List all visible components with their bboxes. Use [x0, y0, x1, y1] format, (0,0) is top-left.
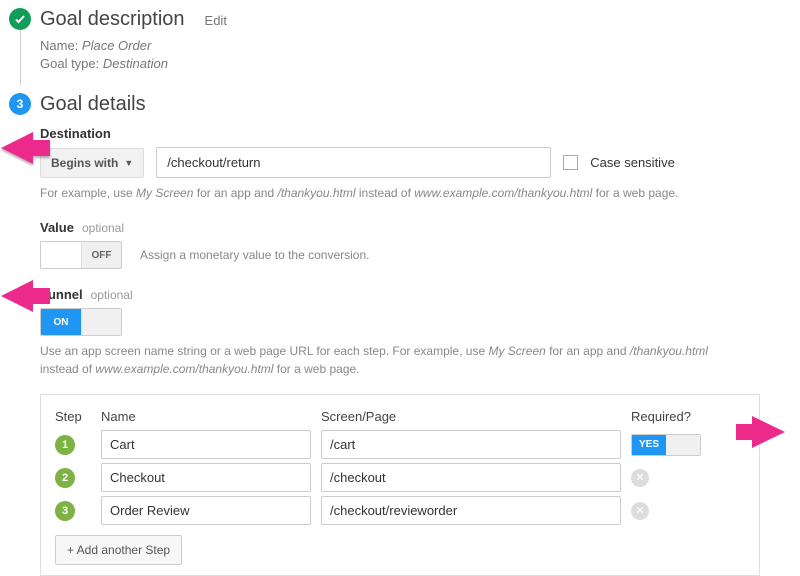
required-toggle[interactable]: YES	[631, 434, 701, 456]
toggle-off-label: OFF	[81, 242, 121, 268]
funnel-table: Step Name Screen/Page Required? 1 YES 2	[40, 394, 760, 576]
col-name: Name	[101, 409, 311, 424]
step-num-badge: 3	[55, 501, 75, 521]
goal-description-title: Goal description Edit	[40, 6, 780, 31]
value-toggle[interactable]: OFF	[40, 241, 122, 269]
add-step-button[interactable]: + Add another Step	[55, 535, 182, 565]
funnel-toggle[interactable]: ON	[40, 308, 122, 336]
name-value: Place Order	[82, 38, 151, 53]
destination-label: Destination	[40, 126, 780, 141]
case-sensitive-checkbox[interactable]	[563, 155, 578, 170]
value-label: Value	[40, 220, 74, 235]
step-num-badge: 2	[55, 468, 75, 488]
case-sensitive-label: Case sensitive	[590, 155, 675, 170]
remove-step-icon[interactable]: ✕	[631, 502, 649, 520]
required-off	[666, 435, 700, 455]
step-page-input[interactable]	[321, 463, 621, 492]
col-req: Required?	[631, 409, 741, 424]
type-label: Goal type:	[40, 56, 99, 71]
funnel-row: 3 ✕	[55, 496, 745, 525]
value-optional: optional	[82, 221, 124, 235]
step2-title: Goal details	[40, 93, 146, 116]
funnel-label: Funnel	[40, 287, 83, 302]
toggle-empty	[41, 242, 81, 268]
required-yes: YES	[632, 435, 666, 455]
dropdown-arrow-icon: ▼	[124, 158, 133, 168]
step-name-input[interactable]	[101, 496, 311, 525]
type-value: Destination	[103, 56, 168, 71]
value-help: Assign a monetary value to the conversio…	[140, 248, 369, 262]
funnel-optional: optional	[91, 288, 133, 302]
col-page: Screen/Page	[321, 409, 621, 424]
step-page-input[interactable]	[321, 430, 621, 459]
col-step: Step	[55, 409, 91, 424]
step-complete-icon	[9, 8, 31, 30]
goal-meta: Name: Place Order Goal type: Destination	[40, 37, 780, 73]
step-name-input[interactable]	[101, 430, 311, 459]
step-num-badge: 1	[55, 435, 75, 455]
step-name-input[interactable]	[101, 463, 311, 492]
step1-title: Goal description	[40, 8, 185, 31]
name-label: Name:	[40, 38, 78, 53]
match-type-value: Begins with	[51, 156, 118, 170]
funnel-row: 2 ✕	[55, 463, 745, 492]
edit-link[interactable]: Edit	[205, 13, 227, 28]
remove-step-icon[interactable]: ✕	[631, 469, 649, 487]
funnel-help: Use an app screen name string or a web p…	[40, 342, 780, 378]
step-number-badge: 3	[9, 93, 31, 115]
match-type-dropdown[interactable]: Begins with ▼	[40, 148, 144, 178]
funnel-row: 1 YES	[55, 430, 745, 459]
destination-help: For example, use My Screen for an app an…	[40, 184, 780, 202]
toggle-on-label: ON	[41, 309, 81, 335]
step-page-input[interactable]	[321, 496, 621, 525]
goal-details-title: Goal details	[40, 91, 780, 116]
destination-input[interactable]	[156, 147, 551, 178]
toggle-empty	[81, 309, 121, 335]
